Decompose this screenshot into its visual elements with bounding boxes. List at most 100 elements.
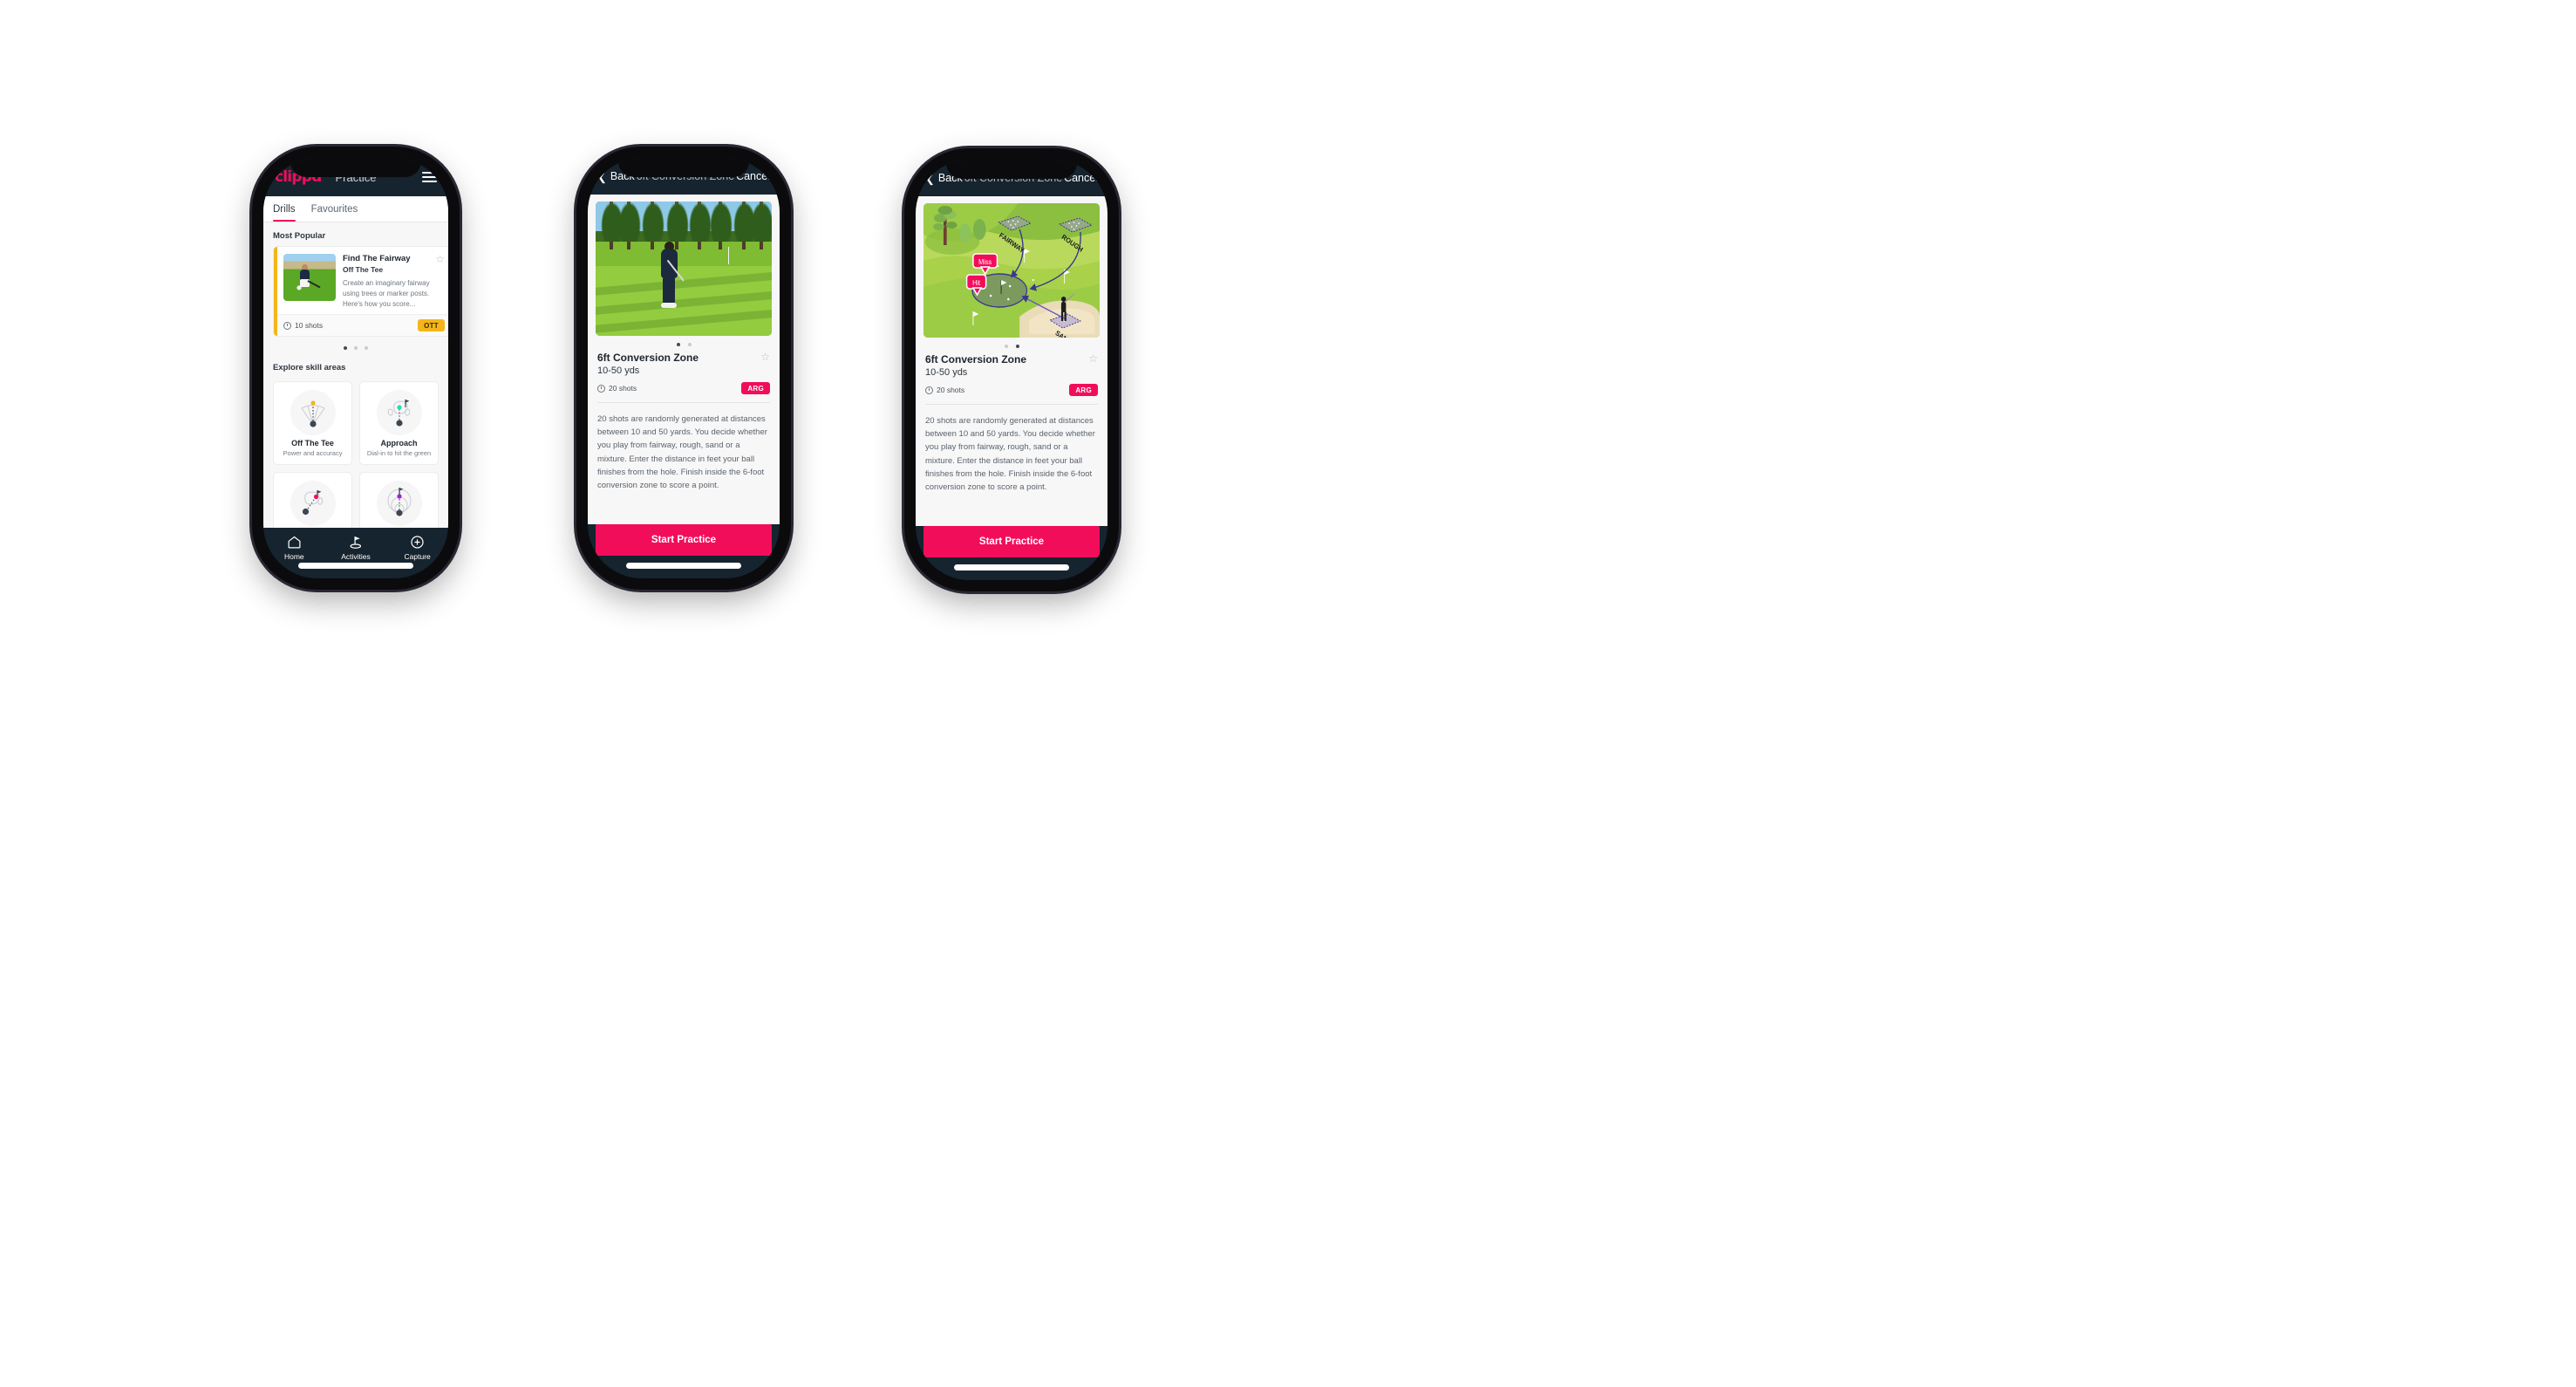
chip-green-icon: [290, 481, 336, 527]
clock-icon: [597, 384, 605, 393]
drill-meta-row: 20 shots ARG: [597, 382, 770, 394]
skill-card-around-the-green[interactable]: Around The Green Hone your short game: [273, 472, 352, 528]
home-indicator: [954, 564, 1069, 571]
drill-card-find-the-fairway[interactable]: Find The Fairway Off The Tee ☆ Create an…: [273, 246, 448, 338]
media-dot-1[interactable]: [676, 343, 680, 346]
star-outline-icon[interactable]: ☆: [760, 352, 770, 362]
explore-skill-areas-heading: Explore skill areas: [273, 363, 346, 373]
golf-flag-icon: [350, 536, 361, 549]
drill-shots-label: 10 shots: [295, 321, 324, 331]
approach-green-icon: [376, 390, 422, 436]
drill-shots-label: 20 shots: [609, 384, 637, 393]
nav-item-home[interactable]: Home: [263, 535, 325, 561]
skill-areas-grid: Off The Tee Power and accuracy Approach …: [263, 378, 448, 528]
phone2-content: 6ft Conversion Zone 10-50 yds ☆ 20 shots…: [588, 195, 780, 524]
drill-meta-row: 20 shots ARG: [925, 384, 1098, 396]
clock-icon: [283, 321, 291, 330]
phone3-screen: ❮ Back 6ft Conversion Zone Cancel: [916, 160, 1107, 580]
screenshot-canvas: clippd Practice Drills Favourites Most P…: [0, 0, 2576, 1387]
drill-shots-label: 20 shots: [937, 386, 965, 394]
start-practice-button[interactable]: Start Practice: [923, 526, 1100, 557]
home-icon: [288, 536, 301, 549]
device-notch: [618, 158, 749, 177]
carousel-dot-3[interactable]: [365, 346, 368, 351]
phone-mockup-drill-detail-diagram: ❮ Back 6ft Conversion Zone Cancel: [904, 148, 1119, 591]
tab-bar: Drills Favourites: [263, 196, 448, 222]
media-dot-2[interactable]: [687, 343, 692, 346]
drill-carousel[interactable]: Find The Fairway Off The Tee ☆ Create an…: [263, 246, 448, 338]
skill-desc: Dial-in to hit the green: [366, 449, 432, 458]
drill-detail-header: 6ft Conversion Zone 10-50 yds ☆ 20 shots…: [588, 352, 780, 394]
drill-card-body: Find The Fairway Off The Tee ☆ Create an…: [274, 247, 448, 314]
media-dot-1[interactable]: [1004, 345, 1008, 348]
media-dot-2[interactable]: [1015, 345, 1019, 348]
skill-card-off-the-tee[interactable]: Off The Tee Power and accuracy: [273, 381, 352, 466]
skill-card-putting[interactable]: Putting Make and lag practice: [359, 472, 439, 528]
chevron-left-icon: ❮: [925, 171, 935, 185]
start-practice-button[interactable]: Start Practice: [596, 524, 772, 556]
device-notch: [290, 158, 421, 177]
chevron-left-icon: ❮: [597, 169, 607, 183]
star-outline-icon[interactable]: ☆: [435, 254, 445, 264]
carousel-dot-1[interactable]: [344, 346, 347, 351]
golfer-chipping-photo: [596, 202, 772, 336]
drill-title-row: 6ft Conversion Zone 10-50 yds ☆: [925, 353, 1098, 378]
putting-rings-icon: [376, 481, 422, 527]
phone2-screen: ❮ Back 6ft Conversion Zone Cancel: [588, 158, 780, 578]
drill-title-row: 6ft Conversion Zone 10-50 yds ☆: [597, 352, 770, 376]
svg-text:Hit: Hit: [972, 279, 981, 287]
star-outline-icon[interactable]: ☆: [1088, 353, 1098, 364]
status-badge: ARG: [741, 382, 770, 394]
home-indicator: [626, 563, 741, 569]
card-accent-bar: [274, 247, 277, 337]
drill-description: 20 shots are randomly generated at dista…: [925, 416, 1095, 492]
tee-fan-icon: [290, 390, 336, 436]
drill-shots: 10 shots: [283, 321, 323, 330]
hamburger-menu-icon[interactable]: [422, 172, 437, 182]
clock-icon: [925, 386, 933, 394]
phone-mockup-practice-list: clippd Practice Drills Favourites Most P…: [252, 147, 460, 590]
skill-name: Off The Tee: [291, 439, 334, 448]
drill-text: Find The Fairway Off The Tee ☆ Create an…: [343, 254, 445, 309]
bottom-navigation: Home Activities Capture: [263, 528, 448, 578]
tab-favourites[interactable]: Favourites: [304, 196, 367, 222]
drill-media-illustration[interactable]: FAIRWAY ROUGH SAND Miss Hit: [923, 203, 1100, 338]
drill-shots: 20 shots: [925, 386, 964, 394]
device-notch: [946, 160, 1077, 179]
nav-item-activities[interactable]: Activities: [325, 535, 387, 561]
most-popular-heading: Most Popular: [273, 231, 326, 241]
drill-card-footer: 10 shots OTT: [274, 314, 448, 337]
skill-card-approach[interactable]: Approach Dial-in to hit the green: [359, 381, 439, 466]
nav-item-capture[interactable]: Capture: [386, 535, 448, 561]
phone1-screen: clippd Practice Drills Favourites Most P…: [263, 158, 448, 578]
svg-text:Miss: Miss: [978, 258, 992, 266]
status-badge: ARG: [1069, 384, 1098, 396]
status-badge: OTT: [418, 319, 445, 332]
skill-name: Approach: [380, 439, 418, 448]
media-carousel-dots[interactable]: [588, 336, 780, 352]
home-indicator: [298, 563, 413, 569]
nav-label: Home: [283, 552, 304, 561]
phone-mockup-drill-detail-photo: ❮ Back 6ft Conversion Zone Cancel: [576, 147, 791, 590]
drill-media-photo[interactable]: [596, 202, 772, 336]
golf-hole-diagram: FAIRWAY ROUGH SAND Miss Hit: [923, 203, 1100, 338]
drill-title: 6ft Conversion Zone: [925, 353, 1027, 366]
drill-yardage: 10-50 yds: [925, 367, 968, 378]
drill-title: 6ft Conversion Zone: [597, 352, 699, 364]
carousel-dot-2[interactable]: [354, 346, 358, 351]
drill-skill-area: Off The Tee: [343, 265, 384, 275]
skill-desc: Power and accuracy: [283, 449, 343, 458]
drill-detail-header: 6ft Conversion Zone 10-50 yds ☆ 20 shots…: [916, 353, 1107, 396]
phone1-content: Drills Favourites Most Popular Find The …: [263, 196, 448, 528]
drill-description: Create an imaginary fairway using trees …: [343, 279, 430, 308]
media-carousel-dots[interactable]: [916, 338, 1107, 353]
carousel-dots[interactable]: [263, 337, 448, 354]
drill-title: Find The Fairway: [343, 254, 411, 263]
drill-yardage: 10-50 yds: [597, 366, 640, 376]
nav-label: Capture: [404, 552, 431, 561]
drill-description: 20 shots are randomly generated at dista…: [597, 414, 767, 490]
plus-circle-icon: [411, 536, 424, 549]
tab-drills[interactable]: Drills: [273, 196, 304, 222]
drill-thumbnail: [283, 254, 336, 301]
phone3-content: FAIRWAY ROUGH SAND Miss Hit 6ft Conversi…: [916, 196, 1107, 526]
